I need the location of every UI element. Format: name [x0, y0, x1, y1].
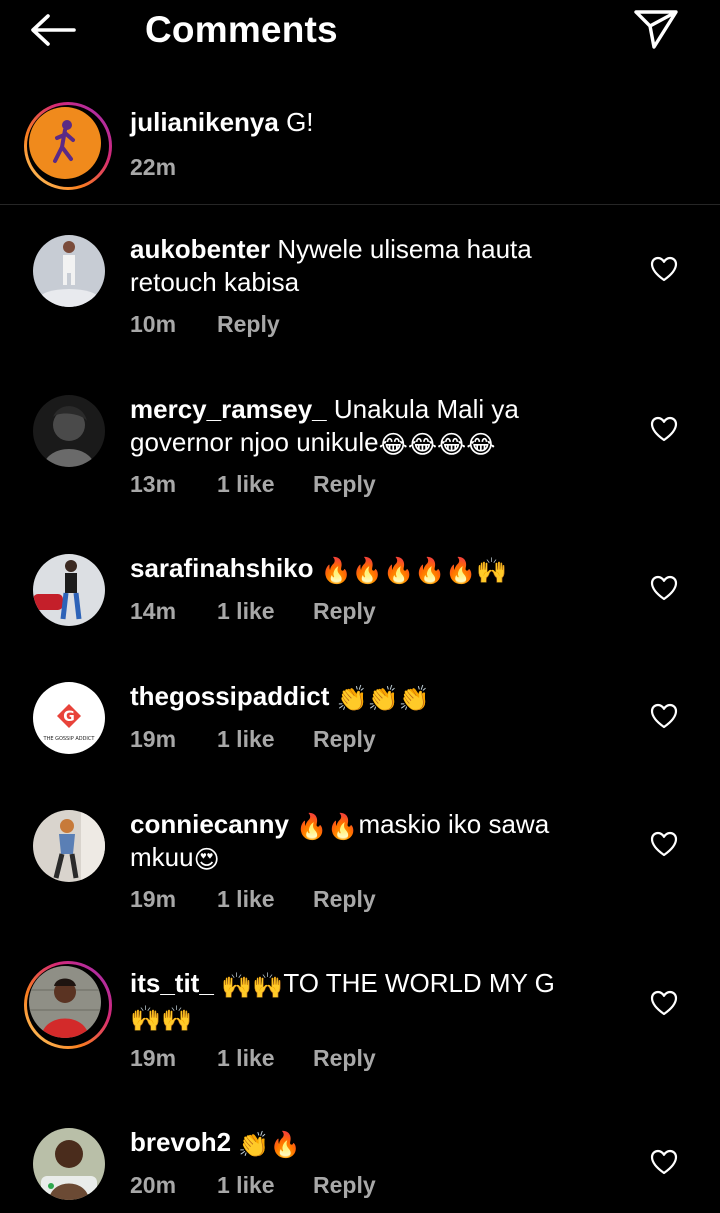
heart-outline-icon: [650, 990, 678, 1016]
reply-button[interactable]: Reply: [313, 598, 376, 625]
heart-outline-icon: [650, 831, 678, 857]
heart-outline-icon: [650, 256, 678, 282]
like-button[interactable]: [650, 831, 678, 857]
like-button[interactable]: [650, 416, 678, 442]
timestamp: 19m: [130, 1045, 177, 1071]
avatar[interactable]: [24, 961, 112, 1049]
like-button[interactable]: [650, 575, 678, 601]
timestamp: 19m: [130, 726, 177, 752]
avatar[interactable]: [33, 810, 105, 882]
comment-text: TO THE WORLD MY G: [283, 968, 555, 998]
reply-button[interactable]: Reply: [217, 311, 280, 338]
username[interactable]: julianikenya: [130, 107, 279, 137]
heart-outline-icon: [650, 703, 678, 729]
timestamp: 10m: [130, 311, 177, 337]
like-count[interactable]: 1 like: [217, 726, 313, 753]
emoji-text: 👏👏👏: [336, 684, 430, 713]
avatar[interactable]: [24, 102, 112, 190]
emoji-text: 🙌🙌: [221, 971, 284, 1000]
heart-outline-icon: [650, 575, 678, 601]
like-count[interactable]: 1 like: [217, 1045, 313, 1072]
emoji-text: 🔥🔥🔥🔥🔥🙌: [320, 556, 508, 585]
timestamp: 20m: [130, 1172, 177, 1198]
header: Comments: [0, 0, 720, 62]
arrow-left-icon: [31, 14, 76, 46]
username[interactable]: brevoh2: [130, 1127, 231, 1157]
like-count[interactable]: 1 like: [217, 1172, 313, 1199]
like-count[interactable]: 1 like: [217, 598, 313, 625]
page-title: Comments: [145, 9, 338, 50]
reply-button[interactable]: Reply: [313, 1172, 376, 1199]
avatar[interactable]: [33, 395, 105, 467]
avatar-letter: G: [63, 709, 75, 725]
username[interactable]: conniecanny: [130, 809, 289, 839]
avatar[interactable]: G THE GOSSIP ADDICT: [33, 682, 105, 754]
username[interactable]: aukobenter: [130, 234, 270, 264]
back-button[interactable]: [28, 8, 84, 52]
timestamp: 13m: [130, 471, 177, 497]
username[interactable]: its_tit_: [130, 968, 214, 998]
heart-outline-icon: [650, 1149, 678, 1175]
paper-plane-icon: [634, 10, 678, 49]
reply-button[interactable]: Reply: [313, 726, 376, 753]
like-button[interactable]: [650, 1149, 678, 1175]
emoji-text: 🔥🔥: [296, 812, 359, 841]
emoji-text: 😍: [193, 845, 220, 874]
like-button[interactable]: [650, 990, 678, 1016]
caption-text: G!: [286, 107, 314, 137]
emoji-text: 🙌🙌: [130, 1004, 193, 1033]
username[interactable]: thegossipaddict: [130, 681, 329, 711]
username[interactable]: mercy_ramsey_: [130, 394, 327, 424]
avatar-logo-text: THE GOSSIP ADDICT: [43, 736, 96, 742]
reply-button[interactable]: Reply: [313, 886, 376, 913]
avatar[interactable]: [33, 554, 105, 626]
like-count[interactable]: 1 like: [217, 886, 313, 913]
timestamp: 14m: [130, 598, 177, 624]
reply-button[interactable]: Reply: [313, 471, 376, 498]
timestamp: 19m: [130, 886, 177, 912]
post-caption: julianikenya G! 22m: [0, 96, 720, 205]
emoji-text: 👏🔥: [238, 1130, 301, 1159]
heart-outline-icon: [650, 416, 678, 442]
share-button[interactable]: [630, 4, 682, 52]
avatar[interactable]: [33, 235, 105, 307]
username[interactable]: sarafinahshiko: [130, 553, 314, 583]
reply-button[interactable]: Reply: [313, 1045, 376, 1072]
timestamp: 22m: [130, 154, 177, 180]
like-count[interactable]: 1 like: [217, 471, 313, 498]
like-button[interactable]: [650, 256, 678, 282]
avatar[interactable]: [33, 1128, 105, 1200]
emoji-text: 😂😂😂😂: [378, 430, 496, 459]
like-button[interactable]: [650, 703, 678, 729]
